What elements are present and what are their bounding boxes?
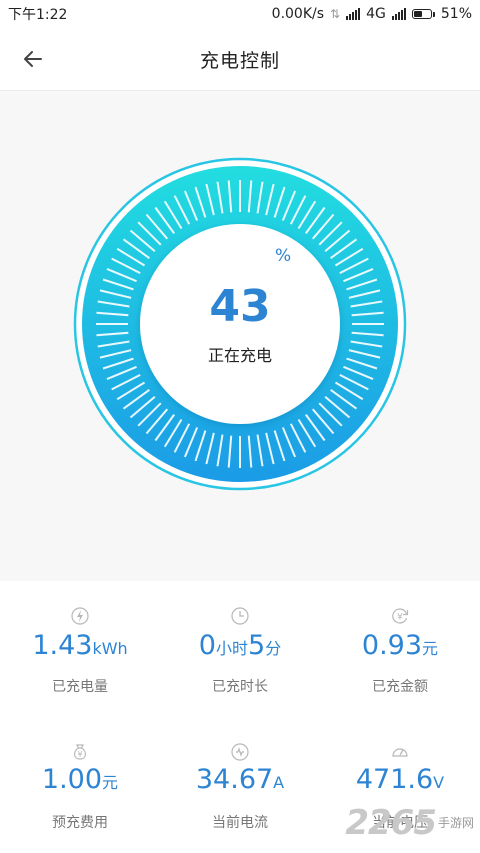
stat-prepaid: ¥ 1.00元 预充费用 xyxy=(0,730,160,853)
arrow-left-icon xyxy=(24,51,42,67)
yuan-refresh-icon: ¥ xyxy=(392,608,409,624)
stat-amount: ¥ 0.93元 已充金额 xyxy=(320,590,480,730)
gauge-icon xyxy=(392,748,408,757)
status-time: 下午1:22 xyxy=(8,7,68,23)
watermark-number: 2265 xyxy=(345,803,437,843)
money-bag-icon: ¥ xyxy=(73,744,87,760)
stat-energy: 1.43kWh 已充电量 xyxy=(0,590,160,730)
charge-gauge-area: % 43 正在充电 xyxy=(0,91,480,581)
signal-icon-2 xyxy=(391,8,406,20)
back-button[interactable] xyxy=(18,44,48,74)
stat-current-label: 当前电流 xyxy=(212,815,268,831)
current-icon xyxy=(231,743,249,761)
signal-icon xyxy=(346,8,361,20)
stat-energy-label: 已充电量 xyxy=(52,679,108,695)
lightning-icon xyxy=(71,607,89,625)
battery-icon xyxy=(411,9,435,19)
network-type: 4G xyxy=(366,6,386,22)
stat-amount-value: 0.93元 xyxy=(361,630,439,661)
battery-percent: 51% xyxy=(440,6,472,22)
stat-energy-value: 1.43kWh xyxy=(32,630,128,661)
stat-current-value: 34.67A xyxy=(195,764,285,795)
charge-gauge xyxy=(73,157,407,491)
stat-duration-label: 已充时长 xyxy=(212,679,268,695)
svg-text:¥: ¥ xyxy=(77,750,82,759)
svg-text:¥: ¥ xyxy=(397,613,403,623)
stat-duration: 0小时5分 已充时长 xyxy=(160,590,320,730)
app-header: 充电控制 xyxy=(0,28,480,91)
watermark-text: 手游网 xyxy=(437,815,474,830)
status-bar: 下午1:22 0.00K/s ⇅ 4G 51% xyxy=(0,0,480,28)
stat-prepaid-label: 预充费用 xyxy=(52,815,108,831)
data-transfer-icon: ⇅ xyxy=(330,7,341,21)
stat-current: 34.67A 当前电流 xyxy=(160,730,320,853)
stat-amount-label: 已充金额 xyxy=(372,679,428,695)
status-indicators: 0.00K/s ⇅ 4G 51% xyxy=(272,6,472,22)
page-title: 充电控制 xyxy=(199,49,280,72)
gauge-inner-disc xyxy=(140,224,340,424)
network-speed: 0.00K/s xyxy=(271,6,325,22)
clock-icon xyxy=(231,607,249,625)
site-watermark: 2265 手游网 xyxy=(345,803,474,843)
stat-voltage-value: 471.6V xyxy=(355,764,445,795)
stat-prepaid-value: 1.00元 xyxy=(41,764,119,795)
stat-duration-value: 0小时5分 xyxy=(198,630,282,661)
